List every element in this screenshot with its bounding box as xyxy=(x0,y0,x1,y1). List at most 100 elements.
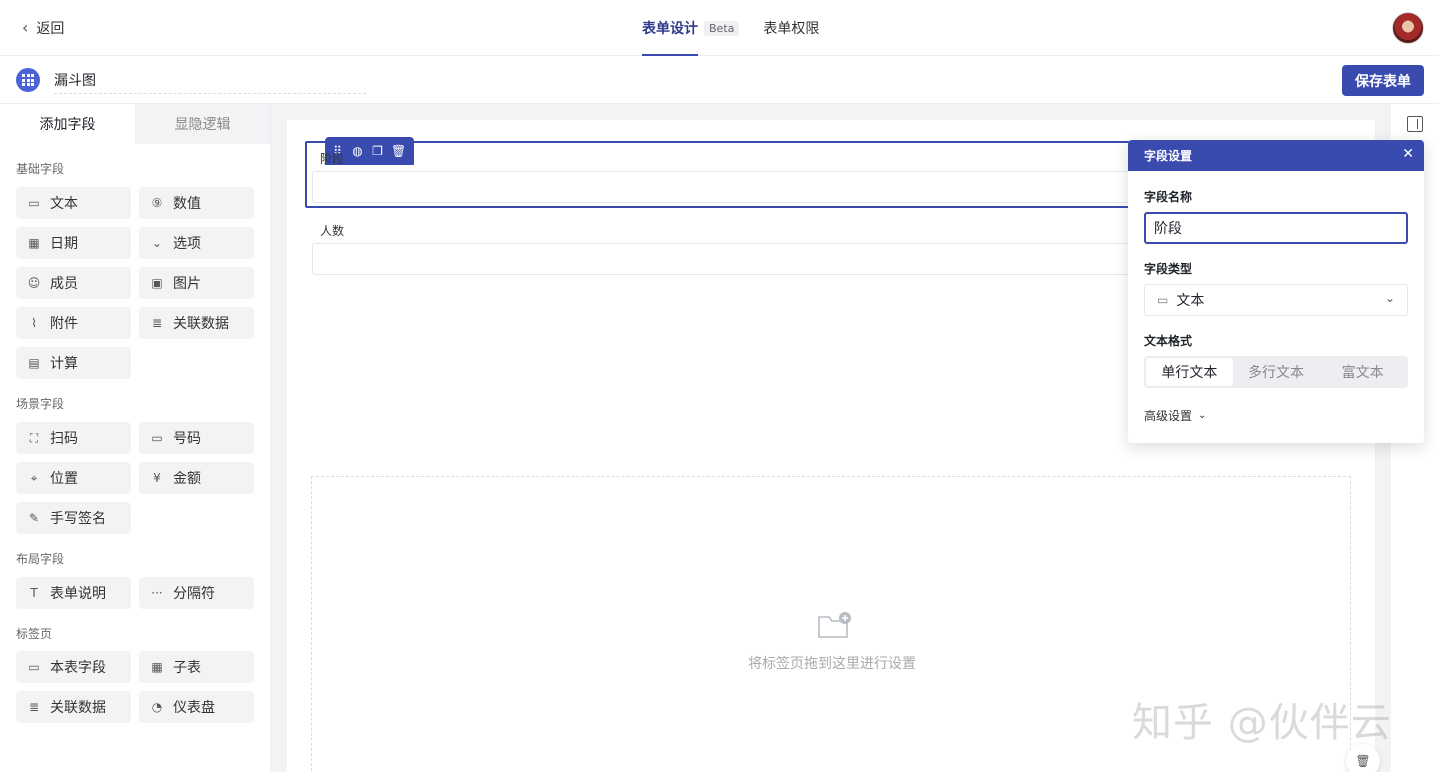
settings-header: 字段设置 ✕ xyxy=(1128,140,1424,171)
field-type-button[interactable]: ✎ 手写签名 xyxy=(16,502,131,534)
field-type-value: 文本 xyxy=(1176,293,1205,309)
tab-form-permission[interactable]: 表单权限 xyxy=(763,0,819,56)
drop-hint-text: 将标签页拖到这里进行设置 xyxy=(748,656,916,672)
field-type-label: 子表 xyxy=(173,660,201,676)
group-title: 基础字段 xyxy=(16,162,65,176)
field-type-button[interactable]: ▭ 本表字段 xyxy=(16,651,131,683)
field-type-label: 表单说明 xyxy=(50,586,106,602)
field-type-label: 金额 xyxy=(173,471,201,487)
sub-header: 漏斗图 保存表单 xyxy=(0,56,1439,104)
back-label: 返回 xyxy=(36,21,65,37)
watermark: 知乎 @伙伴云 xyxy=(1132,700,1392,746)
field-type-button[interactable]: T 表单说明 xyxy=(16,577,131,609)
tab-form-design[interactable]: 表单设计 Beta xyxy=(642,0,740,56)
field-type-label: 关联数据 xyxy=(50,700,106,716)
back-button[interactable]: ‹ 返回 xyxy=(22,18,64,38)
yen-icon: ¥ xyxy=(153,471,161,485)
field-type-label: 扫码 xyxy=(50,431,78,447)
beta-badge: Beta xyxy=(704,20,740,36)
field-type-label: 成员 xyxy=(50,276,78,292)
ellipsis-icon: ··· xyxy=(151,586,163,600)
linked-data-icon: ≣ xyxy=(151,316,163,330)
advanced-settings-toggle[interactable]: 高级设置 ⌄ xyxy=(1144,407,1206,424)
text-field-icon: ▭ xyxy=(28,196,40,210)
tab-form-permission-label: 表单权限 xyxy=(763,21,820,37)
save-form-button[interactable]: 保存表单 xyxy=(1342,65,1424,96)
text-field-icon: ▭ xyxy=(1157,293,1169,307)
image-icon: ▣ xyxy=(151,276,163,290)
field-type-button[interactable]: ▭ 号码 xyxy=(139,422,254,454)
field-type-label: 位置 xyxy=(50,471,78,487)
field-type-button[interactable]: ≣ 关联数据 xyxy=(139,307,254,339)
form-field-icon: ▭ xyxy=(28,660,40,674)
field-label: 阶段 xyxy=(320,152,345,166)
member-icon: ☺ xyxy=(27,276,41,290)
chevron-down-icon: ⌄ xyxy=(1198,410,1207,421)
panel-collapse-icon[interactable] xyxy=(1407,116,1423,132)
field-type-button[interactable]: ☺ 成员 xyxy=(16,267,131,299)
field-label: 人数 xyxy=(320,224,345,238)
format-rich-text[interactable]: 富文本 xyxy=(1319,358,1406,386)
tab-form-design-label: 表单设计 xyxy=(642,21,698,37)
chevron-down-icon: ⌄ xyxy=(1384,291,1395,305)
form-name-input[interactable]: 漏斗图 xyxy=(54,70,366,94)
field-type-button[interactable]: ⛶ 扫码 xyxy=(16,422,131,454)
field-type-button[interactable]: ⑨ 数值 xyxy=(139,187,254,219)
field-type-button[interactable]: ≣ 关联数据 xyxy=(16,691,131,723)
group-title: 场景字段 xyxy=(16,397,65,411)
group-title: 标签页 xyxy=(16,627,53,641)
palette-tabs: 添加字段 显隐逻辑 xyxy=(0,104,270,144)
copy-icon[interactable]: ❐ xyxy=(371,144,384,158)
delete-icon[interactable]: 🗑 xyxy=(391,144,406,158)
top-tabs: 表单设计 Beta 表单权限 xyxy=(642,0,819,56)
format-multi-line[interactable]: 多行文本 xyxy=(1233,358,1320,386)
field-type-button[interactable]: ⌇ 附件 xyxy=(16,307,131,339)
palette-icon[interactable]: ◍ xyxy=(351,144,364,158)
text-format-label: 文本格式 xyxy=(1144,334,1193,348)
text-format-segmented: 单行文本 多行文本 富文本 xyxy=(1144,356,1408,388)
field-type-label: 号码 xyxy=(173,431,201,447)
field-type-label: 关联数据 xyxy=(173,316,229,332)
close-icon[interactable]: ✕ xyxy=(1402,146,1414,162)
text-t-icon: T xyxy=(30,586,38,600)
tab-visibility-logic[interactable]: 显隐逻辑 xyxy=(135,104,270,144)
trash-icon[interactable]: 🗑 xyxy=(1346,744,1380,772)
field-type-label: 字段类型 xyxy=(1144,262,1193,276)
field-type-label: 日期 xyxy=(50,236,78,252)
field-type-label: 手写签名 xyxy=(50,511,106,527)
field-type-select[interactable]: ▭ 文本 ⌄ xyxy=(1144,284,1408,316)
field-type-button[interactable]: ··· 分隔符 xyxy=(139,577,254,609)
avatar[interactable] xyxy=(1392,12,1424,44)
field-settings-panel: 字段设置 ✕ 字段名称 字段类型 ▭ 文本 ⌄ 文本格式 单行文本 多行文本 富… xyxy=(1128,140,1424,443)
field-type-button[interactable]: ▦ 日期 xyxy=(16,227,131,259)
group-title: 布局字段 xyxy=(16,552,65,566)
field-palette: 添加字段 显隐逻辑 基础字段 ▭ 文本 ⑨ 数值 ▦ 日期 ⌄ 选项 ☺ 成员 ▣ 图片 ⌇ 附件 ≣ 关联数据… xyxy=(0,104,271,772)
field-type-button[interactable]: ▦ 子表 xyxy=(139,651,254,683)
dashboard-icon: ◔ xyxy=(151,700,163,714)
field-type-label: 仪表盘 xyxy=(173,700,215,716)
settings-title: 字段设置 xyxy=(1144,149,1193,163)
field-type-label: 选项 xyxy=(173,236,201,252)
field-name-input[interactable] xyxy=(1144,212,1408,244)
field-type-button[interactable]: ⌄ 选项 xyxy=(139,227,254,259)
top-bar: ‹ 返回 表单设计 Beta 表单权限 xyxy=(0,0,1439,56)
field-type-label: 数值 xyxy=(173,196,201,212)
field-type-label: 分隔符 xyxy=(173,586,215,602)
calendar-icon: ▦ xyxy=(28,236,40,250)
number-icon: ⑨ xyxy=(151,196,163,210)
field-type-button[interactable]: ◔ 仪表盘 xyxy=(139,691,254,723)
paperclip-icon: ⌇ xyxy=(31,316,37,330)
field-type-label: 附件 xyxy=(50,316,78,332)
field-type-button[interactable]: ▤ 计算 xyxy=(16,347,131,379)
option-icon: ⌄ xyxy=(151,236,163,250)
chevron-left-icon: ‹ xyxy=(22,18,29,37)
field-type-button[interactable]: ⌖ 位置 xyxy=(16,462,131,494)
app-grid-icon xyxy=(16,68,40,92)
tab-add-field[interactable]: 添加字段 xyxy=(0,104,135,144)
field-type-label: 图片 xyxy=(173,276,201,292)
field-type-button[interactable]: ▣ 图片 xyxy=(139,267,254,299)
serial-number-icon: ▭ xyxy=(151,431,163,445)
format-single-line[interactable]: 单行文本 xyxy=(1146,358,1233,386)
field-type-button[interactable]: ¥ 金额 xyxy=(139,462,254,494)
field-type-button[interactable]: ▭ 文本 xyxy=(16,187,131,219)
